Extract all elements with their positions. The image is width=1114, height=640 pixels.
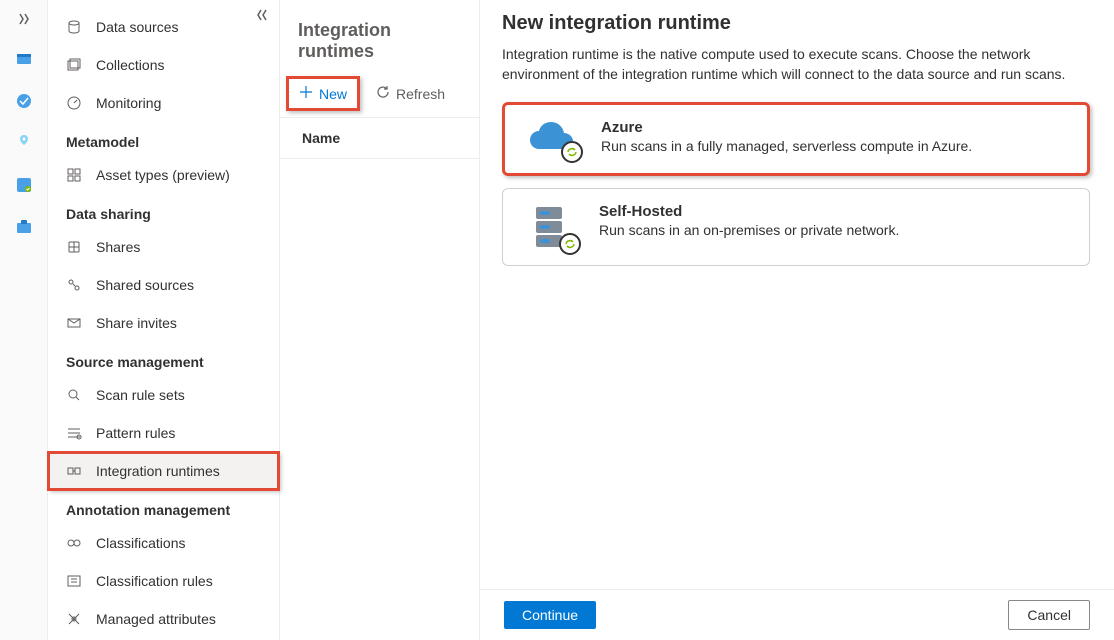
integration-icon	[66, 463, 82, 479]
sidebar-group-source-management: Source management	[48, 342, 279, 376]
invite-icon	[66, 315, 82, 331]
refresh-button[interactable]: Refresh	[366, 79, 455, 108]
cloud-icon	[523, 119, 581, 159]
option-selfhosted-desc: Run scans in an on-premises or private n…	[599, 222, 899, 238]
option-text: Self-Hosted Run scans in an on-premises …	[599, 203, 899, 251]
sidebar-group-data-sharing: Data sharing	[48, 194, 279, 228]
refresh-button-label: Refresh	[396, 86, 445, 102]
server-icon	[521, 203, 579, 251]
sidebar-item-managed-attributes[interactable]: Managed attributes	[48, 600, 279, 638]
scan-icon	[66, 387, 82, 403]
sidebar-label: Share invites	[96, 315, 177, 331]
refresh-icon	[376, 85, 390, 102]
rail-expand-icon[interactable]	[13, 8, 35, 33]
database-icon	[66, 19, 82, 35]
sidebar-item-classifications[interactable]: Classifications	[48, 524, 279, 562]
sidebar-label: Integration runtimes	[96, 463, 220, 479]
panel-description: Integration runtime is the native comput…	[502, 45, 1090, 84]
rail-nav-5[interactable]	[8, 211, 40, 243]
continue-button[interactable]: Continue	[504, 601, 596, 629]
sidebar-group-annotation-management: Annotation management	[48, 490, 279, 524]
sidebar-label: Collections	[96, 57, 164, 73]
sidebar-item-collections[interactable]: Collections	[48, 46, 279, 84]
icon-rail	[0, 0, 48, 640]
panel-title: New integration runtime	[502, 12, 1090, 35]
panel-footer: Continue Cancel	[480, 589, 1114, 640]
sidebar-label: Data sources	[96, 19, 178, 35]
sidebar-item-scan-rule-sets[interactable]: Scan rule sets	[48, 376, 279, 414]
name-column-header[interactable]: Name	[280, 118, 479, 159]
classification-icon	[66, 535, 82, 551]
center-title: Integration runtimes	[280, 0, 479, 72]
sidebar: Data sources Collections Monitoring Meta…	[48, 0, 280, 640]
sidebar-label: Monitoring	[96, 95, 161, 111]
asset-types-icon	[66, 167, 82, 183]
sidebar-group-metamodel: Metamodel	[48, 122, 279, 156]
option-selfhosted-title: Self-Hosted	[599, 203, 899, 220]
sidebar-item-classification-rules[interactable]: Classification rules	[48, 562, 279, 600]
shared-sources-icon	[66, 277, 82, 293]
classification-rules-icon	[66, 573, 82, 589]
sidebar-item-shared-sources[interactable]: Shared sources	[48, 266, 279, 304]
option-azure-title: Azure	[601, 119, 972, 136]
sync-badge-icon	[561, 141, 583, 163]
sidebar-label: Shares	[96, 239, 140, 255]
sidebar-label: Shared sources	[96, 277, 194, 293]
sidebar-label: Classifications	[96, 535, 185, 551]
option-azure[interactable]: Azure Run scans in a fully managed, serv…	[502, 102, 1090, 176]
sync-badge-icon	[559, 233, 581, 255]
rail-nav-4[interactable]	[8, 169, 40, 201]
sidebar-label: Classification rules	[96, 573, 213, 589]
cancel-button[interactable]: Cancel	[1008, 600, 1090, 630]
sidebar-item-pattern-rules[interactable]: Pattern rules	[48, 414, 279, 452]
sidebar-collapse-icon[interactable]	[255, 8, 269, 25]
attributes-icon	[66, 611, 82, 627]
rail-nav-3[interactable]	[8, 127, 40, 159]
monitor-icon	[66, 95, 82, 111]
sidebar-label: Asset types (preview)	[96, 167, 230, 183]
new-button-label: New	[319, 86, 347, 102]
new-runtime-panel: New integration runtime Integration runt…	[480, 0, 1114, 640]
center-column: Integration runtimes New Refresh Name	[280, 0, 480, 640]
plus-icon	[299, 85, 313, 102]
collections-icon	[66, 57, 82, 73]
sidebar-item-monitoring[interactable]: Monitoring	[48, 84, 279, 122]
sidebar-label: Scan rule sets	[96, 387, 185, 403]
rail-nav-2[interactable]	[8, 85, 40, 117]
sidebar-item-share-invites[interactable]: Share invites	[48, 304, 279, 342]
shares-icon	[66, 239, 82, 255]
sidebar-item-shares[interactable]: Shares	[48, 228, 279, 266]
option-text: Azure Run scans in a fully managed, serv…	[601, 119, 972, 159]
option-self-hosted[interactable]: Self-Hosted Run scans in an on-premises …	[502, 188, 1090, 266]
pattern-icon	[66, 425, 82, 441]
sidebar-item-integration-runtimes[interactable]: Integration runtimes	[48, 452, 279, 490]
toolbar: New Refresh	[280, 72, 479, 118]
rail-nav-1[interactable]	[8, 43, 40, 75]
option-azure-desc: Run scans in a fully managed, serverless…	[601, 138, 972, 154]
sidebar-item-asset-types[interactable]: Asset types (preview)	[48, 156, 279, 194]
sidebar-item-data-sources[interactable]: Data sources	[48, 8, 279, 46]
sidebar-label: Pattern rules	[96, 425, 175, 441]
sidebar-label: Managed attributes	[96, 611, 216, 627]
new-button[interactable]: New	[286, 76, 360, 111]
